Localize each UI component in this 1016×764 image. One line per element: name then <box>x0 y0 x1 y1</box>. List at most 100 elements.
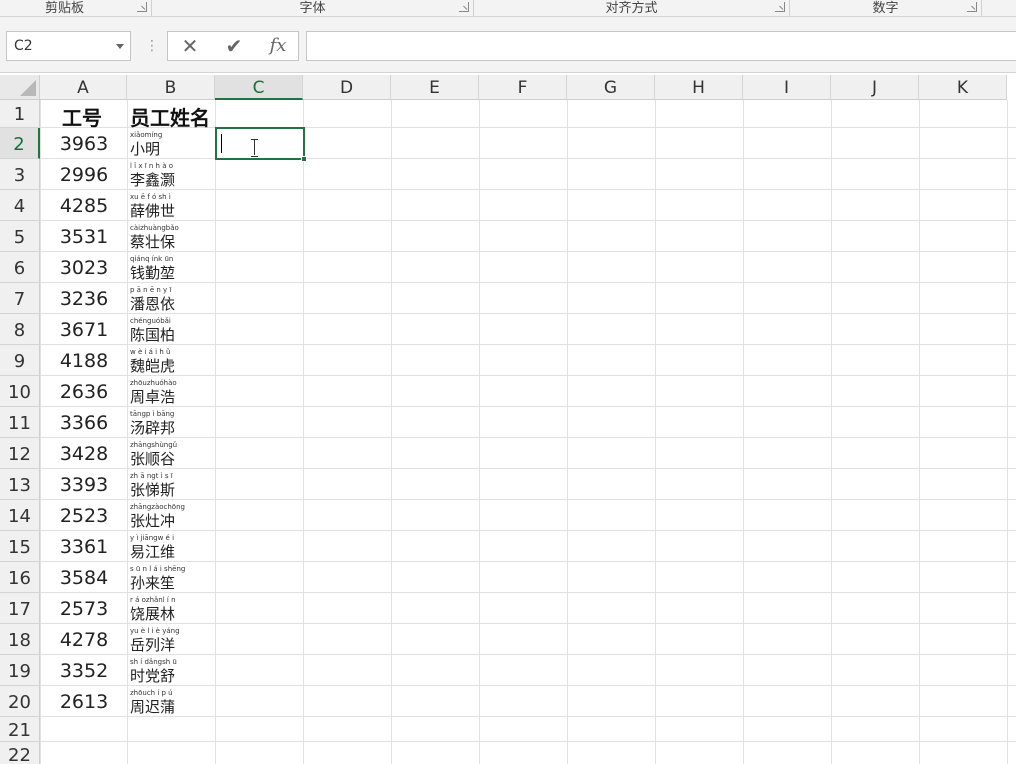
row-header-17[interactable]: 17 <box>0 593 40 624</box>
cell-employee-name[interactable]: zhōuzhuóhào 周卓浩 <box>129 376 215 407</box>
cell-employee-id[interactable]: 3352 <box>41 660 127 682</box>
cell-employee-id[interactable]: 2996 <box>41 164 127 186</box>
column-header-g[interactable]: G <box>567 75 655 100</box>
cell-employee-id[interactable]: 3393 <box>41 474 127 496</box>
pinyin-guide: l ǐ x ī n h à o <box>130 162 173 170</box>
cell-employee-id[interactable]: 3361 <box>41 536 127 558</box>
cell-employee-name[interactable]: qiánq ínk ūn 钱勤堃 <box>129 252 215 283</box>
column-header-k[interactable]: K <box>919 75 1007 100</box>
column-header-a[interactable]: A <box>40 75 127 100</box>
cell-employee-name[interactable]: p ā n ē n y ī 潘恩依 <box>129 283 215 314</box>
ribbon-group-clipboard-label: 剪贴板 <box>44 1 84 16</box>
dialog-launcher-icon[interactable] <box>967 2 977 12</box>
cell-employee-name[interactable]: càizhuàngbǎo 蔡壮保 <box>129 221 215 252</box>
cell-employee-id[interactable]: 4188 <box>41 350 127 372</box>
row-header-4[interactable]: 4 <box>0 190 40 221</box>
cell-employee-name[interactable]: xiǎomíng 小明 <box>129 128 215 159</box>
insert-function-icon[interactable]: fx <box>258 32 298 60</box>
column-header-e[interactable]: E <box>391 75 479 100</box>
row-header-16[interactable]: 16 <box>0 562 40 593</box>
row-header-12[interactable]: 12 <box>0 438 40 469</box>
ibeam-cursor-icon <box>250 139 260 157</box>
row-header-19[interactable]: 19 <box>0 655 40 686</box>
cell-employee-name[interactable]: w è i á i h ǔ 魏皑虎 <box>129 345 215 376</box>
pinyin-guide: tāngp ì bāng <box>130 410 175 418</box>
pinyin-guide: r á ozhǎnl í n <box>130 596 176 604</box>
row-header-10[interactable]: 10 <box>0 376 40 407</box>
name-box-value: C2 <box>14 38 33 54</box>
cell-employee-id[interactable]: 2573 <box>41 598 127 620</box>
cell-employee-id[interactable]: 4278 <box>41 629 127 651</box>
dialog-launcher-icon[interactable] <box>775 2 785 12</box>
row-header-1[interactable]: 1 <box>0 100 40 128</box>
column-header-f[interactable]: F <box>479 75 567 100</box>
row-header-22[interactable]: 22 <box>0 742 40 764</box>
row-header-14[interactable]: 14 <box>0 500 40 531</box>
gridline <box>40 741 1016 742</box>
cell-employee-id[interactable]: 2523 <box>41 505 127 527</box>
cell-a1-header[interactable]: 工号 <box>62 102 102 131</box>
dialog-launcher-icon[interactable] <box>459 2 469 12</box>
cell-employee-id[interactable]: 3531 <box>41 226 127 248</box>
cell-employee-name[interactable]: sh í dǎngsh ū 时党舒 <box>129 655 215 686</box>
cell-employee-name[interactable]: chénguóbǎi 陈国柏 <box>129 314 215 345</box>
row-header-20[interactable]: 20 <box>0 686 40 717</box>
cell-employee-id[interactable]: 2636 <box>41 381 127 403</box>
column-header-i[interactable]: I <box>743 75 831 100</box>
row-header-21[interactable]: 21 <box>0 717 40 742</box>
pinyin-guide: s ū n l á i shēng <box>130 565 186 573</box>
cancel-icon[interactable]: ✕ <box>170 32 210 60</box>
formula-input[interactable] <box>306 31 1016 61</box>
column-header-j[interactable]: J <box>831 75 919 100</box>
name-box[interactable]: C2 <box>6 31 131 61</box>
row-header-6[interactable]: 6 <box>0 252 40 283</box>
cell-employee-id[interactable]: 3963 <box>41 133 127 155</box>
cell-employee-id[interactable]: 3236 <box>41 288 127 310</box>
cell-employee-name[interactable]: zhāngshùngǔ 张顺谷 <box>129 438 215 469</box>
cell-employee-id[interactable]: 3023 <box>41 257 127 279</box>
cell-employee-name[interactable]: xu ē f ó sh ì 薛佛世 <box>129 190 215 221</box>
row-header-9[interactable]: 9 <box>0 345 40 376</box>
cell-employee-id[interactable]: 3584 <box>41 567 127 589</box>
gridline <box>1007 100 1008 764</box>
row-header-15[interactable]: 15 <box>0 531 40 562</box>
cell-employee-id[interactable]: 3366 <box>41 412 127 434</box>
column-header-h[interactable]: H <box>655 75 743 100</box>
select-all-button[interactable] <box>0 75 40 100</box>
dialog-launcher-icon[interactable] <box>137 2 147 12</box>
fill-handle[interactable] <box>301 156 307 162</box>
ribbon-group-clipboard: 剪贴板 <box>0 0 152 16</box>
gridline <box>127 100 128 764</box>
cell-employee-name[interactable]: zhāngzàochōng 张灶冲 <box>129 500 215 531</box>
spreadsheet-grid: A B C D E F G H I J K 1 2 3 4 5 6 7 8 9 10 11 12 13 14 15 16 17 18 19… <box>0 75 1016 764</box>
cell-employee-name[interactable]: r á ozhǎnl í n 饶展林 <box>129 593 215 624</box>
cell-employee-id[interactable]: 3428 <box>41 443 127 465</box>
cell-employee-name[interactable]: zhōuch í p ú 周迟蒲 <box>129 686 215 717</box>
cell-employee-name[interactable]: l ǐ x ī n h à o 李鑫灏 <box>129 159 215 190</box>
row-header-8[interactable]: 8 <box>0 314 40 345</box>
column-header-c[interactable]: C <box>215 75 303 100</box>
row-header-18[interactable]: 18 <box>0 624 40 655</box>
cell-b1-header[interactable]: 员工姓名 <box>130 102 210 131</box>
row-header-3[interactable]: 3 <box>0 159 40 190</box>
chevron-down-icon[interactable] <box>116 44 124 49</box>
cell-employee-name[interactable]: tāngp ì bāng 汤辟邦 <box>129 407 215 438</box>
cell-employee-name[interactable]: s ū n l á i shēng 孙来笙 <box>129 562 215 593</box>
cell-employee-id[interactable]: 4285 <box>41 195 127 217</box>
cell-employee-name[interactable]: zh ā ngt ì s ī 张悌斯 <box>129 469 215 500</box>
formula-bar-grip-icon[interactable]: ⋮ <box>145 38 159 54</box>
column-header-d[interactable]: D <box>303 75 391 100</box>
cell-employee-id[interactable]: 2613 <box>41 691 127 713</box>
row-header-11[interactable]: 11 <box>0 407 40 438</box>
row-header-13[interactable]: 13 <box>0 469 40 500</box>
enter-check-icon[interactable]: ✔ <box>214 32 254 60</box>
cell-employee-name[interactable]: y ì jiāngw é i 易江维 <box>129 531 215 562</box>
cell-employee-name[interactable]: yu è l i è yáng 岳列洋 <box>129 624 215 655</box>
column-header-b[interactable]: B <box>127 75 215 100</box>
row-header-5[interactable]: 5 <box>0 221 40 252</box>
row-header-7[interactable]: 7 <box>0 283 40 314</box>
cell-employee-id[interactable]: 3671 <box>41 319 127 341</box>
employee-name-text: 钱勤堃 <box>130 264 176 282</box>
active-cell-c2[interactable] <box>215 127 307 162</box>
row-header-2[interactable]: 2 <box>0 128 40 159</box>
